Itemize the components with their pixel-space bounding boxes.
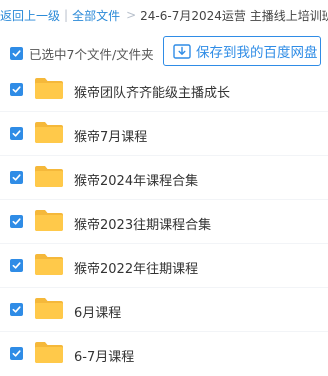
file-name[interactable]: 猴帝7月课程	[74, 126, 147, 145]
breadcrumb-arrow: >	[126, 8, 137, 22]
file-row[interactable]: 猴帝7月课程	[0, 112, 328, 156]
file-row[interactable]: 猴帝2024年课程合集	[0, 156, 328, 200]
checkmark-icon	[12, 262, 21, 269]
breadcrumb-separator: |	[64, 8, 69, 22]
save-to-netdisk-button[interactable]: 保存到我的百度网盘	[163, 36, 321, 66]
selection-count-text: 已选中7个文件/文件夹	[29, 47, 154, 62]
row-checkbox[interactable]	[10, 83, 23, 96]
folder-icon	[34, 252, 64, 276]
file-name[interactable]: 猴帝团队齐齐能级主播成长	[74, 82, 230, 101]
checkmark-icon	[12, 130, 21, 137]
checkmark-icon	[12, 306, 21, 313]
file-row[interactable]: 猴帝2023往期课程合集	[0, 200, 328, 244]
folder-icon	[34, 296, 64, 320]
checkmark-icon	[12, 350, 21, 357]
row-checkbox[interactable]	[10, 215, 23, 228]
file-name[interactable]: 6月课程	[74, 302, 121, 321]
file-row[interactable]: 6-7月课程	[0, 332, 328, 376]
file-row[interactable]: 6月课程	[0, 288, 328, 332]
checkmark-icon	[12, 174, 21, 181]
file-name[interactable]: 猴帝2024年课程合集	[74, 170, 198, 189]
checkmark-icon	[12, 50, 21, 57]
select-all-control[interactable]: 已选中7个文件/文件夹	[10, 44, 154, 63]
row-checkbox[interactable]	[10, 171, 23, 184]
checkmark-icon	[12, 218, 21, 225]
folder-icon	[34, 208, 64, 232]
file-row[interactable]: 猴帝团队齐齐能级主播成长	[0, 68, 328, 112]
breadcrumb: 返回上一级 | 全部文件 > 24-6-7月2024运营 主播线上培训班	[0, 0, 328, 30]
file-name[interactable]: 猴帝2023往期课程合集	[74, 214, 211, 233]
row-checkbox[interactable]	[10, 259, 23, 272]
file-name[interactable]: 猴帝2022年往期课程	[74, 258, 198, 277]
save-icon	[173, 43, 191, 59]
folder-icon	[34, 120, 64, 144]
folder-icon	[34, 76, 64, 100]
select-all-checkbox[interactable]	[10, 47, 23, 60]
save-button-label: 保存到我的百度网盘	[196, 45, 318, 61]
row-checkbox[interactable]	[10, 347, 23, 360]
row-checkbox[interactable]	[10, 303, 23, 316]
checkmark-icon	[12, 86, 21, 93]
back-link[interactable]: 返回上一级	[0, 7, 60, 24]
file-name[interactable]: 6-7月课程	[74, 346, 134, 365]
current-folder-title: 24-6-7月2024运营 主播线上培训班	[140, 8, 328, 23]
file-row[interactable]: 猴帝2022年往期课程	[0, 244, 328, 288]
folder-icon	[34, 164, 64, 188]
row-checkbox[interactable]	[10, 127, 23, 140]
toolbar: 已选中7个文件/文件夹 保存到我的百度网盘	[0, 34, 328, 68]
all-files-link[interactable]: 全部文件	[72, 7, 120, 24]
folder-icon	[34, 340, 64, 364]
